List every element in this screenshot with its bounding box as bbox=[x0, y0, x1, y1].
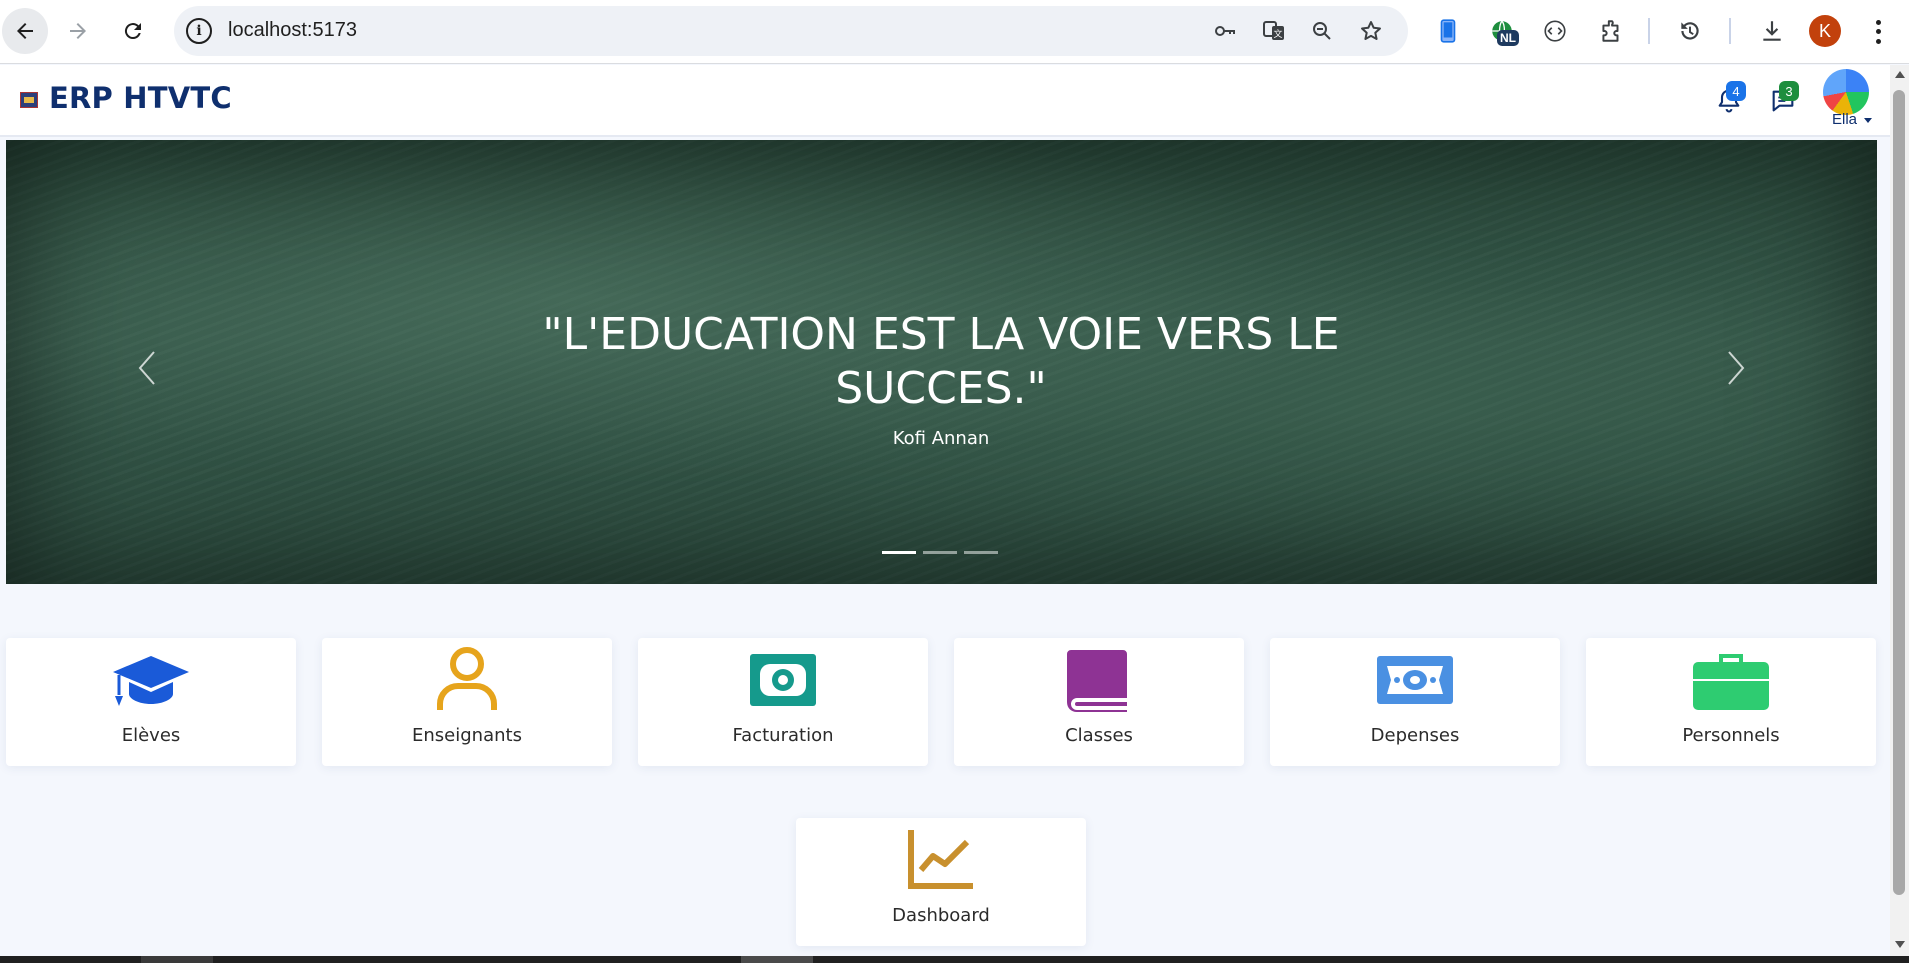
notifications-badge: 4 bbox=[1726, 81, 1746, 101]
profile-avatar[interactable]: K bbox=[1809, 15, 1841, 47]
messages-badge: 3 bbox=[1779, 81, 1799, 101]
hero-carousel: "L'EDUCATION EST LA VOIE VERS LE SUCCES.… bbox=[6, 140, 1877, 584]
address-bar[interactable]: i localhost:5173 文 bbox=[174, 6, 1408, 56]
translate-icon[interactable]: 文 bbox=[1260, 17, 1288, 45]
graduation-cap-icon bbox=[6, 644, 296, 714]
module-label: Facturation bbox=[732, 725, 834, 746]
scroll-down-arrow-icon[interactable] bbox=[1895, 941, 1905, 948]
module-card-dashboard[interactable]: Dashboard bbox=[796, 818, 1086, 946]
download-icon[interactable] bbox=[1756, 15, 1788, 47]
carousel-quote-author: Kofi Annan bbox=[892, 428, 990, 449]
taskbar-item[interactable] bbox=[141, 956, 213, 963]
module-label: Dashboard bbox=[892, 905, 990, 926]
reload-button[interactable] bbox=[110, 8, 156, 54]
arrow-left-icon bbox=[17, 23, 33, 39]
extension-phone-icon[interactable] bbox=[1432, 15, 1464, 47]
browser-menu-icon[interactable] bbox=[1866, 18, 1890, 46]
extensions-puzzle-icon[interactable] bbox=[1595, 15, 1627, 47]
user-avatar[interactable] bbox=[1823, 69, 1869, 115]
carousel-indicator[interactable] bbox=[882, 551, 916, 554]
carousel-indicator[interactable] bbox=[923, 551, 957, 554]
svg-text:文: 文 bbox=[1273, 28, 1282, 40]
zoom-icon[interactable] bbox=[1308, 17, 1336, 45]
carousel-next-button[interactable] bbox=[1720, 344, 1752, 392]
money-bill-wave-icon bbox=[1270, 644, 1560, 714]
briefcase-icon bbox=[1586, 644, 1876, 714]
arrow-right-icon bbox=[70, 23, 86, 39]
bookmark-star-icon[interactable] bbox=[1357, 17, 1385, 45]
module-card-classes[interactable]: Classes bbox=[954, 638, 1244, 766]
os-taskbar bbox=[0, 956, 1909, 963]
module-label: Classes bbox=[1065, 725, 1133, 746]
page-scrollbar[interactable] bbox=[1890, 65, 1909, 958]
reload-icon bbox=[124, 23, 141, 40]
url-text[interactable]: localhost:5173 bbox=[228, 19, 357, 42]
password-key-icon[interactable] bbox=[1211, 17, 1239, 45]
money-bill-icon bbox=[638, 644, 928, 714]
app-title[interactable]: ERP HTVTC bbox=[49, 81, 232, 115]
module-label: Enseignants bbox=[412, 725, 522, 746]
module-label: Elèves bbox=[121, 725, 181, 746]
chevron-right-icon bbox=[1728, 351, 1745, 385]
chart-line-icon bbox=[796, 824, 1086, 894]
back-button[interactable] bbox=[2, 8, 48, 54]
toolbar-separator bbox=[1648, 18, 1650, 44]
scroll-up-arrow-icon[interactable] bbox=[1895, 71, 1905, 78]
site-info-icon[interactable]: i bbox=[186, 18, 212, 44]
toolbar-separator bbox=[1729, 18, 1731, 44]
module-card-facturation[interactable]: Facturation bbox=[638, 638, 928, 766]
app-logo[interactable] bbox=[20, 92, 38, 108]
user-menu-name[interactable]: Ella bbox=[1832, 111, 1857, 128]
module-label: Depenses bbox=[1370, 725, 1460, 746]
extension-code-icon[interactable] bbox=[1539, 15, 1571, 47]
taskbar-item[interactable] bbox=[741, 956, 813, 963]
chevron-left-icon bbox=[138, 351, 155, 385]
module-label: Personnels bbox=[1682, 725, 1780, 746]
carousel-indicator[interactable] bbox=[964, 551, 998, 554]
history-icon[interactable] bbox=[1674, 15, 1706, 47]
module-card-personnels[interactable]: Personnels bbox=[1586, 638, 1876, 766]
forward-button[interactable] bbox=[55, 8, 101, 54]
module-card-enseignants[interactable]: Enseignants bbox=[322, 638, 612, 766]
module-card-depenses[interactable]: Depenses bbox=[1270, 638, 1560, 766]
browser-toolbar: i localhost:5173 文 NL K bbox=[0, 0, 1909, 64]
carousel-prev-button[interactable] bbox=[131, 344, 163, 392]
scrollbar-thumb[interactable] bbox=[1893, 90, 1905, 895]
book-icon bbox=[954, 644, 1244, 714]
caret-down-icon[interactable] bbox=[1864, 118, 1872, 123]
translate-language-badge: NL bbox=[1497, 30, 1519, 46]
app-navbar: ERP HTVTC 4 3 Ella bbox=[0, 65, 1890, 137]
module-card-eleves[interactable]: Elèves bbox=[6, 638, 296, 766]
carousel-indicators bbox=[882, 551, 998, 554]
carousel-quote: "L'EDUCATION EST LA VOIE VERS LE SUCCES.… bbox=[542, 309, 1340, 414]
user-icon bbox=[322, 644, 612, 714]
